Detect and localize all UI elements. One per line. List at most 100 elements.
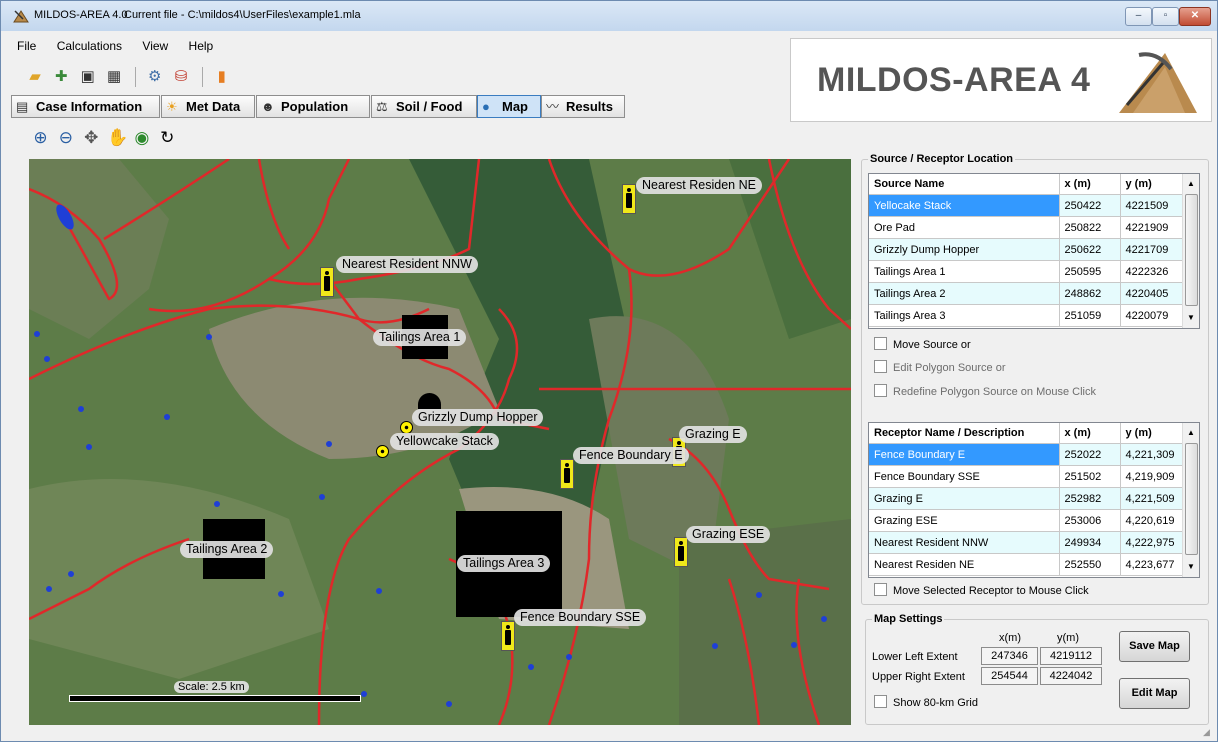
x-column-label: x(m) [999,632,1021,644]
lower-left-label: Lower Left Extent [872,651,958,663]
move-source-checkbox[interactable]: Move Source or [874,337,971,351]
checkbox-box[interactable] [874,360,887,373]
title-bar: MILDOS-AREA 4.0 Current file - C:\mildos… [1,1,1217,31]
close-button[interactable]: ✕ [1179,7,1211,26]
checkbox-box[interactable] [874,337,887,350]
open-folder-icon[interactable]: ▰ [25,67,45,87]
checkbox-box[interactable] [874,695,887,708]
map-label-nearest-resident-nnw: Nearest Resident NNW [336,256,478,273]
scroll-down-icon[interactable]: ▼ [1183,310,1199,326]
edit-polygon-checkbox[interactable]: Edit Polygon Source or [874,360,1006,374]
tab-met-data[interactable]: ☀ Met Data [161,95,255,118]
checkbox-box[interactable] [874,583,887,596]
scroll-up-icon[interactable]: ▲ [1183,425,1199,441]
scale-icon: ⚖ [376,99,388,114]
map-label-yellowcake-stack: Yellowcake Stack [390,433,499,450]
settings-gear-icon[interactable]: ⚙ [145,67,165,87]
table-row[interactable]: Grizzly Dump Hopper 250622 4221709 [869,238,1184,261]
logo-text: MILDOS-AREA 4 [817,61,1091,99]
receptor-marker-nnw[interactable] [320,267,334,297]
refresh-icon[interactable]: ↻ [158,128,177,148]
map-view[interactable]: Nearest Resident NNW Nearest Residen NE … [29,159,851,725]
current-file-label: Current file - C:\mildos4\UserFiles\exam… [124,9,361,21]
table-row[interactable]: Nearest Resident NNW 249934 4,222,975 [869,531,1184,554]
map-label-grazing-e: Grazing E [679,426,747,443]
pan-arrows-icon[interactable]: ✥ [82,128,101,148]
menu-file[interactable]: File [17,39,36,53]
map-settings-legend: Map Settings [874,613,943,625]
map-toolbar: ⊕ ⊖ ✥ ✋ ◉ ↻ [31,128,180,152]
document-icon: ▤ [16,99,29,114]
column-header[interactable]: y (m) [1120,174,1184,195]
menu-calculations[interactable]: Calculations [57,39,122,53]
map-label-grizzly-dump-hopper: Grizzly Dump Hopper [412,409,544,426]
receptor-marker-fence-e[interactable] [560,459,574,489]
people-icon: ☻ [261,99,275,114]
show-grid-checkbox[interactable]: Show 80-km Grid [874,695,978,709]
table-row[interactable]: Nearest Residen NE 252550 4,223,677 [869,553,1184,576]
tab-results[interactable]: 〰 Results [541,95,625,118]
menu-bar: File Calculations View Help [17,39,230,57]
minimize-button[interactable]: – [1125,7,1152,26]
receptor-marker-ne[interactable] [622,184,636,214]
table-row[interactable]: Ore Pad 250822 4221909 [869,216,1184,239]
redefine-polygon-checkbox[interactable]: Redefine Polygon Source on Mouse Click [874,384,1096,398]
table-row[interactable]: Fence Boundary SSE 251502 4,219,909 [869,465,1184,488]
receptor-marker-grazing-ese[interactable] [674,537,688,567]
checkbox-box[interactable] [874,384,887,397]
column-header[interactable]: x (m) [1059,423,1121,444]
column-header[interactable]: y (m) [1120,423,1184,444]
column-header[interactable]: x (m) [1059,174,1121,195]
maximize-button[interactable]: ▫ [1152,7,1179,26]
save-icon[interactable]: ▣ [78,67,98,87]
full-extent-globe-icon[interactable]: ◉ [132,128,151,148]
app-logo: MILDOS-AREA 4 [790,38,1212,122]
zoom-in-icon[interactable]: ⊕ [31,128,50,148]
table-row[interactable]: Fence Boundary E 252022 4,221,309 [869,443,1184,466]
y-column-label: y(m) [1057,632,1079,644]
tab-case-information[interactable]: ▤ Case Information [11,95,160,118]
scale-label: Scale: 2.5 km [174,681,249,693]
grizzly-hopper-polygon[interactable] [418,393,441,409]
scroll-down-icon[interactable]: ▼ [1183,559,1199,575]
column-header[interactable]: Receptor Name / Description [869,423,1060,444]
chart-line-icon: 〰 [546,99,560,114]
scroll-up-icon[interactable]: ▲ [1183,176,1199,192]
main-toolbar: ▰ ✚ ▣ ▦ ⚙ ⛁ ▮ [25,67,235,93]
bar-chart-icon[interactable]: ▮ [212,67,232,87]
scroll-thumb[interactable] [1185,194,1198,306]
save-map-button[interactable]: Save Map [1119,631,1190,662]
toolbar-separator [135,67,137,87]
scroll-thumb[interactable] [1185,443,1198,555]
table-row[interactable]: Tailings Area 2 248862 4220405 [869,282,1184,305]
move-receptor-checkbox[interactable]: Move Selected Receptor to Mouse Click [874,583,1089,597]
upper-right-x-value: 254544 [981,667,1038,685]
table-row[interactable]: Yellocake Stack 250422 4221509 [869,194,1184,217]
receptor-marker-fence-sse[interactable] [501,621,515,651]
table-row[interactable]: Grazing ESE 253006 4,220,619 [869,509,1184,532]
receptor-table-scrollbar[interactable]: ▲ ▼ [1182,423,1199,577]
new-file-icon[interactable]: ✚ [51,67,71,87]
menu-view[interactable]: View [142,39,168,53]
edit-map-button[interactable]: Edit Map [1119,678,1190,709]
table-row[interactable]: Tailings Area 3 251059 4220079 [869,304,1184,327]
run-calculation-icon[interactable]: ⛁ [171,67,191,87]
app-icon [13,10,29,23]
tab-population[interactable]: ☻ Population [256,95,370,118]
save-all-icon[interactable]: ▦ [104,67,124,87]
lower-left-x-value: 247346 [981,647,1038,665]
table-row[interactable]: Grazing E 252982 4,221,509 [869,487,1184,510]
table-row[interactable]: Tailings Area 1 250595 4222326 [869,260,1184,283]
resize-grip-icon[interactable]: ◢ [1203,727,1215,739]
menu-help[interactable]: Help [189,39,214,53]
tab-map[interactable]: ● Map [477,95,541,118]
tab-soil-food[interactable]: ⚖ Soil / Food [371,95,477,118]
zoom-out-icon[interactable]: ⊖ [56,128,75,148]
radiation-source-icon[interactable] [376,445,389,458]
source-table-scrollbar[interactable]: ▲ ▼ [1182,174,1199,328]
column-header[interactable]: Source Name [869,174,1060,195]
hand-icon[interactable]: ✋ [107,128,128,148]
panel-legend: Source / Receptor Location [870,153,1014,165]
map-label-fence-boundary-sse: Fence Boundary SSE [514,609,647,626]
upper-right-y-value: 4224042 [1040,667,1102,685]
